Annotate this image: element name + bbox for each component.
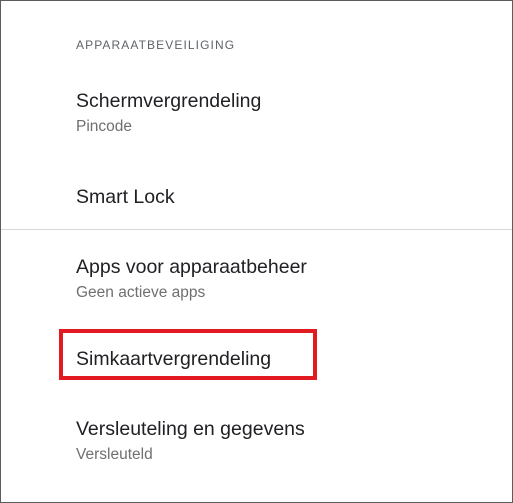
- section-divider: [1, 229, 512, 230]
- setting-summary: Versleuteld: [76, 446, 153, 463]
- setting-summary: Pincode: [76, 118, 133, 135]
- setting-title: Schermvergrendeling: [76, 90, 262, 112]
- setting-item-screen-lock[interactable]: Schermvergrendeling Pincode: [76, 89, 261, 137]
- highlight-box: [59, 329, 317, 380]
- setting-title: Versleuteling en gegevens: [76, 418, 305, 440]
- setting-title: Smart Lock: [76, 186, 175, 208]
- settings-panel: APPARAATBEVEILIGING Schermvergrendeling …: [0, 0, 513, 503]
- setting-item-device-admin-apps[interactable]: Apps voor apparaatbeheer Geen actieve ap…: [76, 255, 307, 303]
- setting-summary: Geen actieve apps: [76, 284, 206, 301]
- setting-item-smart-lock[interactable]: Smart Lock: [76, 185, 175, 209]
- section-header-device-security: APPARAATBEVEILIGING: [76, 38, 236, 52]
- setting-title: Apps voor apparaatbeheer: [76, 256, 307, 278]
- setting-item-encryption[interactable]: Versleuteling en gegevens Versleuteld: [76, 417, 305, 465]
